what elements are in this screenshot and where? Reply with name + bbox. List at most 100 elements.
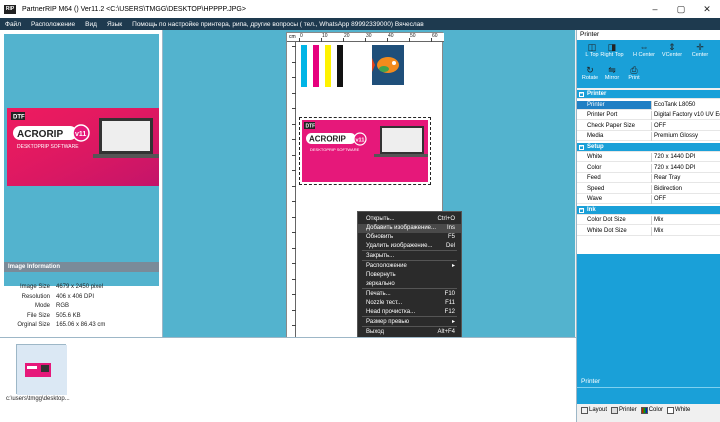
property-key: Check Paper Size <box>587 122 636 129</box>
ruler-tick-label: 20 <box>344 33 350 39</box>
left-panel: DTF ACRORIP v11 DESKTOPRIP SOFTWARE Imag… <box>0 30 163 337</box>
property-row[interactable]: Color 720 x 1440 DPI <box>577 163 720 173</box>
ruler-tick <box>292 278 296 280</box>
context-menu-item-label: Открыть... <box>366 216 395 222</box>
property-row[interactable]: Printer Port Digital Factory v10 UV Editi… <box>577 111 720 120</box>
preview-version: v11 <box>75 131 86 138</box>
panel-tabs: Layout Printer Color White <box>577 404 720 416</box>
banner-brand: ACRORIP <box>309 135 347 144</box>
property-value[interactable]: Digital Factory v10 UV Edition <box>651 111 720 120</box>
toolbar-align-right-top-button[interactable]: ◨ Right Top <box>599 42 625 58</box>
app-icon: RIP <box>4 4 16 14</box>
context-menu-item-label: Nozzle тест... <box>366 300 403 306</box>
collapse-icon[interactable]: − <box>579 207 584 213</box>
context-menu-item[interactable]: Расположение ▸ <box>358 262 461 271</box>
cmyk-stripes[interactable] <box>301 45 361 87</box>
image-thumbnail[interactable] <box>16 344 67 395</box>
property-value[interactable]: Mix <box>651 216 720 225</box>
printer-panel-title: Printer <box>577 30 720 40</box>
context-menu-separator <box>362 260 457 261</box>
property-value[interactable]: 720 x 1440 DPI <box>651 163 720 173</box>
property-value[interactable]: Premium Glossy <box>651 132 720 141</box>
toolbar-print-button[interactable]: ⎙ Print <box>621 65 647 81</box>
context-menu-item[interactable]: Обновить F5 <box>358 233 461 242</box>
property-value[interactable]: EcoTank L8050 <box>651 100 720 110</box>
property-section-header[interactable]: − Ink <box>577 205 720 215</box>
property-value[interactable]: Bidirection <box>651 184 720 194</box>
ruler-tick <box>292 216 296 218</box>
minimize-button[interactable]: – <box>642 0 668 18</box>
maximize-button[interactable]: ▢ <box>668 0 694 18</box>
rotate-icon: ↻ <box>586 65 594 75</box>
context-menu-shortcut: Ins <box>446 225 455 231</box>
context-menu-item[interactable]: Печать... F10 <box>358 290 461 299</box>
property-row[interactable]: White 720 x 1440 DPI <box>577 153 720 162</box>
context-menu-item[interactable]: Выход Alt+F4 <box>358 328 461 337</box>
property-value[interactable]: Mix <box>651 226 720 236</box>
context-menu-item[interactable]: Повернуть <box>358 271 461 280</box>
image-info-header: Image Information <box>4 262 159 272</box>
property-section-header[interactable]: − Setup <box>577 142 720 152</box>
property-row[interactable]: Speed Bidirection <box>577 184 720 194</box>
toolbar-h-center-button[interactable]: ⇔ H Center <box>631 42 657 58</box>
context-menu-shortcut: Alt+F4 <box>437 329 455 335</box>
toolbar-v-center-button[interactable]: ⇕ VCenter <box>659 42 685 58</box>
property-row[interactable]: Feed Rear Tray <box>577 174 720 183</box>
property-section-header[interactable]: − Printer <box>577 90 720 99</box>
properties-empty-area <box>577 254 720 376</box>
context-menu-item-label: Выход <box>366 329 384 335</box>
toolbar-center-button[interactable]: ✛ Center <box>687 42 713 58</box>
property-value[interactable]: OFF <box>651 195 720 204</box>
ruler-tick <box>292 77 296 78</box>
property-value[interactable]: 720 x 1440 DPI <box>651 153 720 162</box>
tab-color[interactable]: Color <box>640 406 663 414</box>
context-menu-separator <box>362 250 457 251</box>
ruler-tick <box>292 61 296 63</box>
print-icon: ⎙ <box>630 65 638 75</box>
printer-properties: − Printer Printer EcoTank L8050 Printer Port… <box>577 90 720 254</box>
ruler-tick <box>292 185 296 187</box>
tab-printer[interactable]: Printer <box>611 406 637 414</box>
collapse-icon[interactable]: − <box>579 144 584 150</box>
property-row[interactable]: Printer EcoTank L8050 <box>577 100 720 110</box>
info-row: Image Size 4679 x 2450 pixel <box>19 284 104 290</box>
property-row[interactable]: Check Paper Size OFF <box>577 121 720 131</box>
selected-image[interactable]: DTF ACRORIP v11 DESKTOPRIP SOFTWARE <box>299 117 431 185</box>
context-menu-item[interactable]: Добавить изображение... Ins <box>358 224 461 233</box>
context-menu-item[interactable]: Nozzle тест... F11 <box>358 299 461 308</box>
property-row[interactable]: Media Premium Glossy <box>577 132 720 141</box>
thumbnail-label: c:\users\tmgg\desktop... <box>6 396 70 402</box>
toolbar-label: L Top <box>585 52 599 58</box>
fish-image[interactable] <box>372 45 404 85</box>
property-row[interactable]: White Dot Size Mix <box>577 226 720 236</box>
banner-version: v11 <box>356 138 365 144</box>
menu-file[interactable]: Файл <box>0 21 26 28</box>
context-menu-item[interactable]: Открыть... Ctrl+O <box>358 215 461 224</box>
property-value[interactable]: OFF <box>651 121 720 131</box>
property-row[interactable]: Wave OFF <box>577 195 720 204</box>
banner-tagline: DESKTOPRIP SOFTWARE <box>310 147 360 152</box>
close-button[interactable]: ✕ <box>694 0 720 18</box>
context-menu-separator <box>362 316 457 317</box>
ruler-tick <box>292 325 296 326</box>
property-row[interactable]: Color Dot Size Mix <box>577 216 720 225</box>
ruler-tick <box>292 92 296 94</box>
property-key: Printer <box>587 101 605 108</box>
ruler-tick-label: 30 <box>366 33 372 39</box>
collapse-icon[interactable]: − <box>579 92 584 97</box>
toolbar-label: H Center <box>632 52 655 58</box>
menu-view[interactable]: Вид <box>80 21 102 28</box>
property-key: Feed <box>587 175 601 181</box>
context-menu-shortcut: F11 <box>445 300 455 306</box>
menu-language[interactable]: Язык <box>102 21 127 28</box>
context-menu-item-label: Добавить изображение... <box>366 225 437 231</box>
property-value[interactable]: Rear Tray <box>651 174 720 183</box>
context-menu-item-label: Печать... <box>366 291 391 297</box>
tab-white[interactable]: White <box>667 406 690 414</box>
ruler-tick-label: 10 <box>322 33 328 39</box>
menu-layout[interactable]: Расположение <box>26 21 80 28</box>
ruler-tick <box>292 123 296 125</box>
window-title: PartnerRIP M64 () Ver11.2 <C:\USERS\TMGG… <box>22 5 246 13</box>
menu-help[interactable]: Помощь по настройке принтера, рипа, друг… <box>127 21 429 28</box>
tab-layout[interactable]: Layout <box>581 406 607 414</box>
